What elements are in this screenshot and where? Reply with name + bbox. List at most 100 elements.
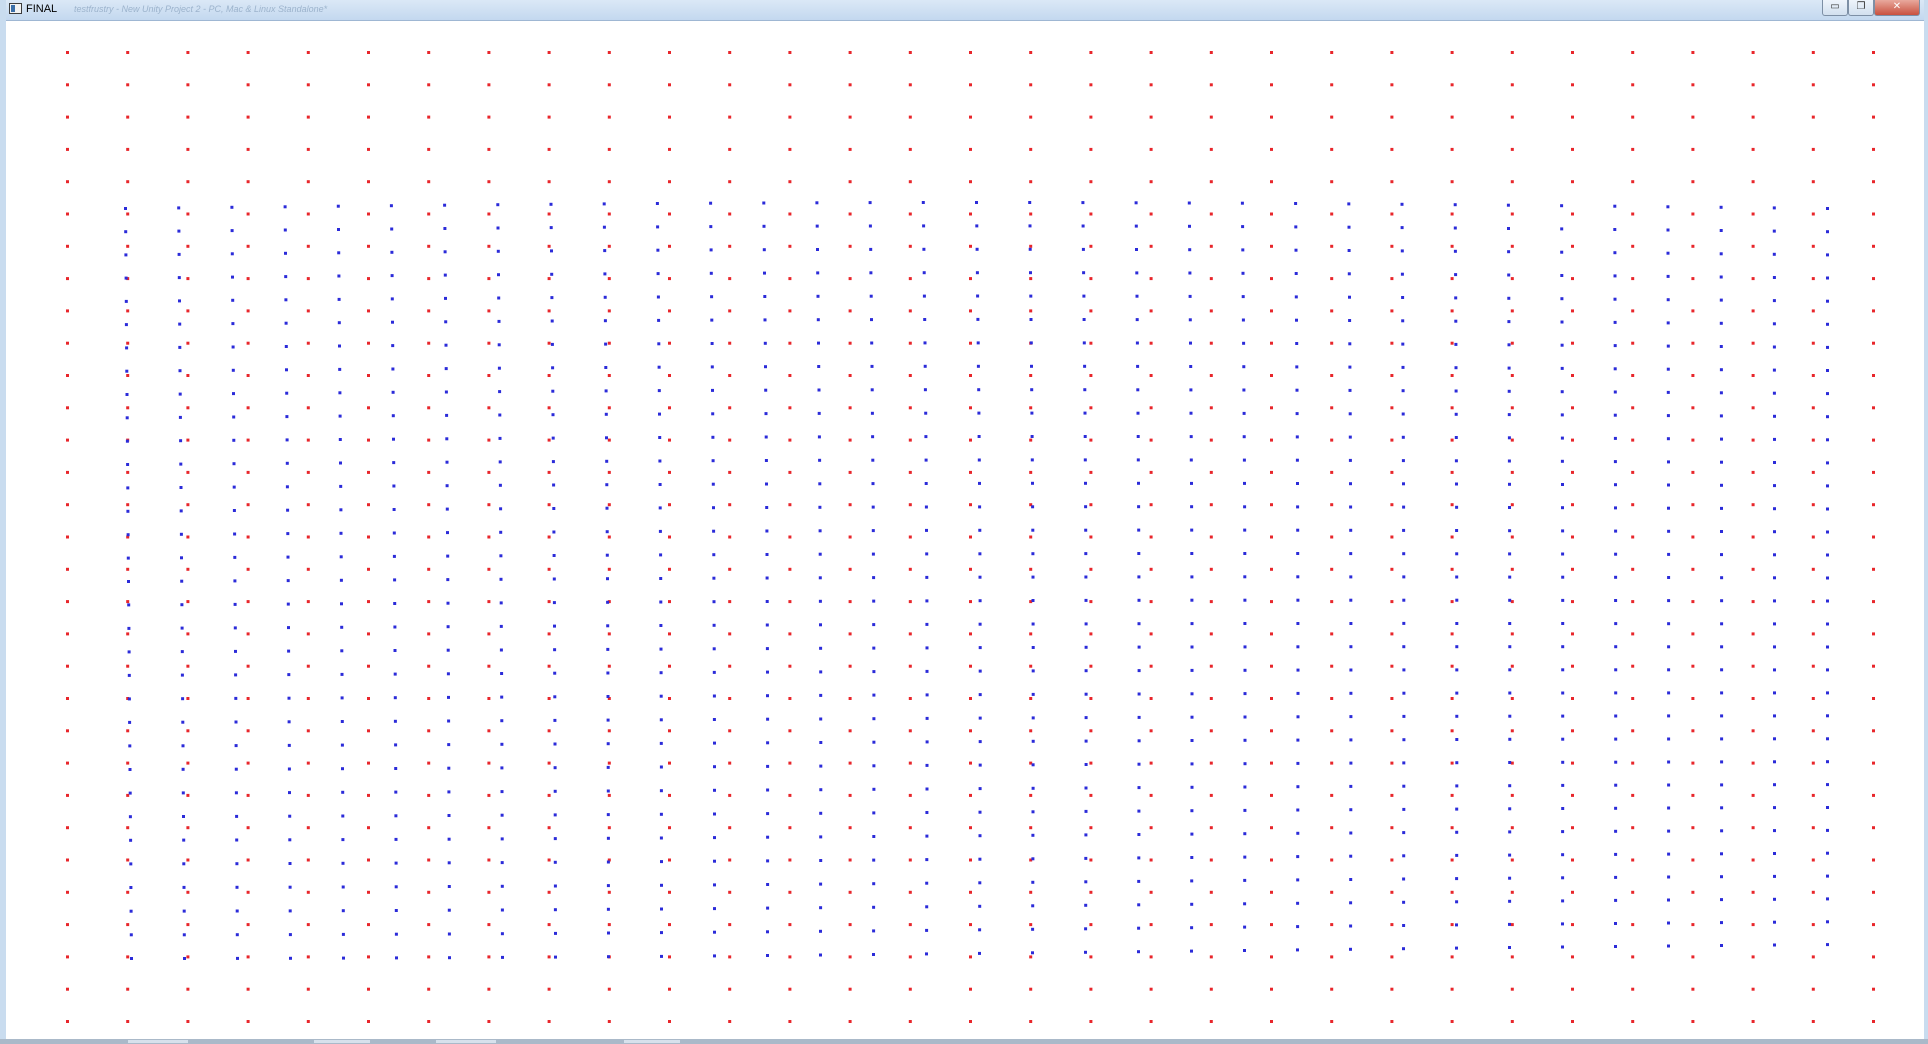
reference-dot [1510,793,1514,797]
reference-dot [1270,987,1273,991]
deformed-dot [766,764,770,768]
deformed-dot [978,881,982,885]
reference-dot [788,729,792,733]
reference-dot [1330,923,1334,927]
deformed-dot [180,650,184,654]
deformed-dot [1826,645,1829,649]
reference-dot [427,729,431,733]
deformed-dot [765,482,768,486]
render-canvas[interactable] [6,21,1924,1039]
reference-dot [1631,180,1635,184]
deformed-dot [393,719,397,723]
reference-dot [668,212,671,216]
reference-dot [1390,406,1394,410]
reference-dot [1571,374,1574,377]
reference-dot [306,923,310,927]
reference-dot [1270,374,1273,377]
reference-dot [66,955,69,959]
reference-dot [1390,309,1394,313]
deformed-dot [498,413,502,417]
reference-dot [607,729,611,733]
deformed-dot [657,342,661,346]
deformed-dot [1454,366,1458,370]
reference-dot [1270,858,1273,862]
deformed-dot [1773,943,1776,947]
deformed-dot [1666,344,1670,348]
deformed-dot [392,554,396,558]
deformed-dot [444,320,448,324]
deformed-dot [553,860,557,864]
reference-dot [969,697,972,700]
minimize-button[interactable]: ▭ [1822,0,1848,16]
deformed-dot [182,933,186,937]
reference-dot [848,309,852,313]
deformed-dot [178,392,182,396]
deformed-dot [1296,668,1300,672]
deformed-dot [391,414,395,418]
deformed-dot [607,931,610,935]
reference-dot [908,890,912,894]
reference-dot [1209,826,1213,830]
deformed-dot [1400,249,1404,253]
deformed-dot [283,205,287,209]
deformed-dot [1349,854,1353,858]
deformed-dot [1826,415,1829,419]
reference-dot [1209,567,1213,571]
reference-dot [1270,309,1273,313]
reference-dot [668,180,671,184]
reference-dot [668,277,671,281]
deformed-dot [341,885,345,889]
reference-dot [668,567,671,571]
deformed-dot [1773,783,1776,787]
reference-dot [66,761,69,765]
app-icon[interactable] [9,3,22,14]
deformed-dot [1241,225,1245,229]
reference-dot [607,406,611,410]
deformed-dot [1826,668,1829,672]
reference-dot [246,406,250,410]
reference-dot [788,697,792,700]
deformed-dot [1294,272,1298,275]
deformed-dot [1348,295,1351,299]
reference-dot [668,955,671,959]
deformed-dot [285,391,289,395]
deformed-dot [337,228,340,231]
deformed-dot [1296,528,1300,532]
reference-dot [728,826,732,830]
deformed-dot [1295,388,1299,392]
reference-dot [367,180,370,184]
deformed-dot [446,648,450,652]
reference-dot [1571,147,1574,151]
deformed-dot [1667,668,1671,672]
deformed-dot [1826,253,1829,257]
reference-dot [1330,147,1334,151]
deformed-dot [764,388,768,392]
deformed-dot [1190,926,1194,930]
deformed-dot [1455,529,1459,532]
deformed-dot [1084,716,1088,720]
maximize-button[interactable]: ❐ [1848,0,1874,16]
deformed-dot [553,908,557,912]
deformed-dot [390,297,394,301]
deformed-dot [1348,388,1352,392]
deformed-dot [1667,829,1671,833]
reference-dot [186,955,190,959]
title-bar[interactable]: FINAL testfrustry - New Unity Project 2 … [6,0,1924,21]
deformed-dot [606,577,609,581]
reference-dot [306,858,310,862]
reference-dot [1330,406,1334,410]
deformed-dot [1402,784,1406,788]
close-button[interactable]: ✕ [1874,0,1920,16]
deformed-dot [658,506,662,510]
reference-dot [547,535,551,539]
reference-dot [547,51,551,54]
reference-dot [1510,697,1514,700]
deformed-dot [1402,854,1406,858]
reference-dot [1209,115,1213,119]
reference-dot [126,244,130,248]
deformed-dot [124,207,127,210]
deformed-dot [126,463,130,466]
deformed-dot [1773,737,1776,741]
reference-dot [1270,277,1273,281]
deformed-dot [762,224,766,228]
